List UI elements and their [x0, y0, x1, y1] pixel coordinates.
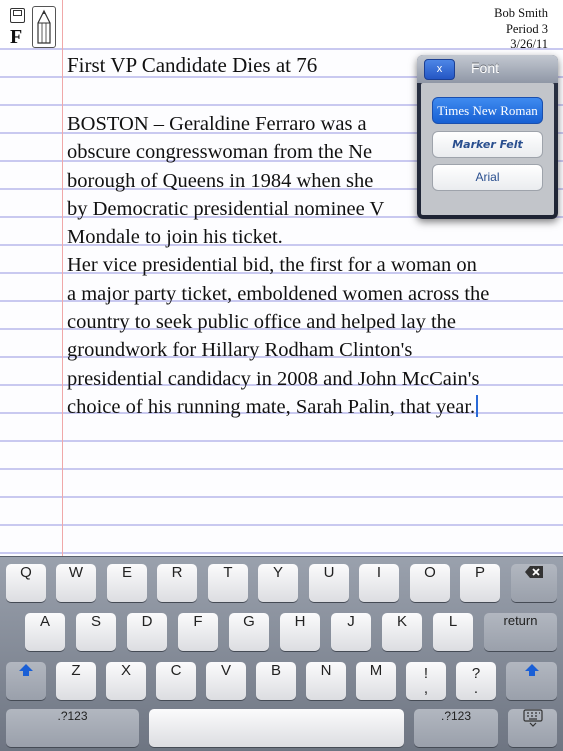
floppy-disk-icon[interactable] — [10, 8, 25, 23]
key-d[interactable]: D — [127, 613, 167, 651]
key-w[interactable]: W — [56, 564, 96, 602]
font-popover: x Font Times New Roman Marker Felt Arial — [417, 55, 558, 219]
key-m[interactable]: M — [356, 662, 396, 700]
date: 3/26/11 — [510, 37, 548, 51]
page-header-area — [0, 0, 563, 48]
key-v[interactable]: V — [206, 662, 246, 700]
font-button[interactable]: F — [10, 26, 22, 49]
numbers-key-right[interactable]: .?123 — [414, 709, 498, 747]
key-j[interactable]: J — [331, 613, 371, 651]
backspace-key[interactable] — [511, 564, 557, 602]
toolbar: F — [4, 6, 56, 49]
key-c[interactable]: C — [156, 662, 196, 700]
key-o[interactable]: O — [410, 564, 450, 602]
on-screen-keyboard: Q W E R T Y U I O P A S D F G H J K L re… — [0, 556, 563, 751]
key-p[interactable]: P — [460, 564, 500, 602]
key-l[interactable]: L — [433, 613, 473, 651]
keyboard-dismiss-icon — [522, 709, 543, 727]
key-t[interactable]: T — [208, 564, 248, 602]
shift-arrow-icon — [19, 664, 33, 676]
shift-arrow-icon — [524, 664, 539, 676]
key-question-period[interactable]: ? . — [456, 662, 496, 700]
pencil-icon[interactable] — [32, 6, 56, 48]
key-r[interactable]: R — [157, 564, 197, 602]
font-list: Times New Roman Marker Felt Arial — [421, 83, 554, 215]
text-cursor — [476, 394, 479, 417]
margin-line — [62, 0, 63, 556]
key-g[interactable]: G — [229, 613, 269, 651]
numbers-key-left[interactable]: .?123 — [6, 709, 139, 747]
key-h[interactable]: H — [280, 613, 320, 651]
font-option-marker-felt[interactable]: Marker Felt — [432, 131, 543, 158]
key-k[interactable]: K — [382, 613, 422, 651]
key-i[interactable]: I — [359, 564, 399, 602]
key-u[interactable]: U — [309, 564, 349, 602]
key-s[interactable]: S — [76, 613, 116, 651]
popover-header: x Font — [417, 55, 558, 83]
key-q[interactable]: Q — [6, 564, 46, 602]
popover-title: Font — [471, 60, 500, 76]
student-name: Bob Smith — [494, 6, 548, 20]
return-key[interactable]: return — [484, 613, 557, 651]
font-option-times-new-roman[interactable]: Times New Roman — [432, 97, 543, 124]
key-b[interactable]: B — [256, 662, 296, 700]
font-option-arial[interactable]: Arial — [432, 164, 543, 191]
hide-keyboard-key[interactable] — [508, 709, 557, 747]
key-x[interactable]: X — [106, 662, 146, 700]
popover-close-button[interactable]: x — [424, 59, 455, 80]
document-title[interactable]: First VP Candidate Dies at 76 — [67, 53, 317, 78]
key-f[interactable]: F — [178, 613, 218, 651]
key-n[interactable]: N — [306, 662, 346, 700]
key-y[interactable]: Y — [258, 564, 298, 602]
class-period: Period 3 — [505, 21, 548, 36]
key-exclaim-comma[interactable]: ! , — [406, 662, 446, 700]
notebook-page[interactable]: F Bob Smith Period 3 3/26/11 First VP Ca… — [0, 0, 563, 556]
key-z[interactable]: Z — [56, 662, 96, 700]
backspace-icon — [525, 566, 543, 578]
shift-key-right[interactable] — [506, 662, 557, 700]
shift-key-left[interactable] — [6, 662, 46, 700]
student-info: Bob Smith Period 3 3/26/11 — [494, 6, 548, 53]
key-e[interactable]: E — [107, 564, 147, 602]
space-bar[interactable] — [149, 709, 404, 747]
key-a[interactable]: A — [25, 613, 65, 651]
